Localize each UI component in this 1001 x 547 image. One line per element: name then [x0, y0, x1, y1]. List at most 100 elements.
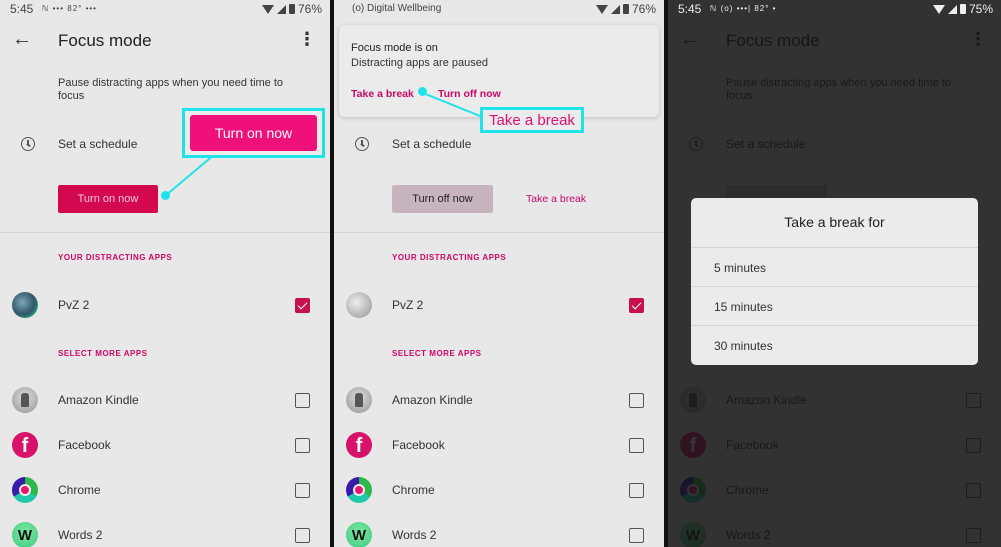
chrome-app-icon — [12, 477, 38, 503]
words2-app-icon: W — [12, 522, 38, 547]
break-option-5-minutes[interactable]: 5 minutes — [691, 247, 978, 286]
screen-focus-mode-on: (o) Digital Wellbeing 76% Focus mode is … — [334, 0, 664, 547]
focus-description: Pause distracting apps when you need tim… — [58, 77, 284, 102]
status-time: 5:45 — [10, 2, 34, 16]
app-checkbox[interactable] — [295, 438, 310, 453]
screen-focus-mode-off: 5:45 ℕ ••• 82° ••• 76% ← Focus mode ⋮ Pa… — [0, 0, 330, 547]
battery-icon — [959, 4, 966, 14]
back-arrow-icon[interactable]: ← — [12, 28, 32, 51]
app-checkbox[interactable] — [629, 438, 644, 453]
battery-percent: 76% — [631, 2, 656, 16]
app-row-facebook[interactable]: f Facebook — [334, 430, 664, 460]
battery-percent: 75% — [968, 2, 993, 16]
app-name: Chrome — [58, 483, 101, 497]
app-checkbox[interactable] — [629, 393, 644, 408]
status-notification-icons: ℕ (o) •••| 82° • — [710, 4, 777, 13]
section-your-distracting-apps: YOUR DISTRACTING APPS — [392, 253, 507, 262]
app-row-words2[interactable]: W Words 2 — [0, 520, 330, 547]
take-a-break-dialog: Take a break for 5 minutes 15 minutes 30… — [691, 198, 978, 365]
signal-icon — [610, 4, 620, 14]
battery-icon — [622, 4, 629, 14]
status-app-name: (o) Digital Wellbeing — [352, 3, 442, 14]
app-row-kindle[interactable]: Amazon Kindle — [334, 385, 664, 415]
app-checkbox[interactable] — [295, 393, 310, 408]
break-option-30-minutes[interactable]: 30 minutes — [691, 325, 978, 364]
callout-dot — [161, 191, 170, 200]
app-row-kindle[interactable]: Amazon Kindle — [0, 385, 330, 415]
app-row-pvz2[interactable]: PvZ 2 — [334, 290, 664, 320]
section-your-distracting-apps: YOUR DISTRACTING APPS — [58, 253, 173, 262]
more-options-icon[interactable]: ⋮ — [298, 30, 316, 48]
kindle-app-icon — [346, 387, 372, 413]
notification-turn-off-now-action[interactable]: Turn off now — [438, 88, 501, 100]
wifi-icon — [595, 4, 608, 14]
screen-take-a-break-dialog: 5:45 ℕ (o) •••| 82° • 75% ← Focus mode ⋮… — [668, 0, 1001, 547]
set-schedule-row[interactable]: Set a schedule — [334, 135, 664, 155]
battery-percent: 76% — [297, 2, 322, 16]
option-label: 15 minutes — [714, 300, 773, 314]
status-bar: (o) Digital Wellbeing 76% — [334, 0, 664, 18]
chrome-app-icon — [346, 477, 372, 503]
app-name: Chrome — [392, 483, 435, 497]
callout-connector — [164, 155, 214, 197]
status-right: 76% — [595, 2, 656, 16]
divider — [0, 232, 330, 233]
kindle-app-icon — [12, 387, 38, 413]
app-checkbox[interactable] — [629, 528, 644, 543]
break-option-15-minutes[interactable]: 15 minutes — [691, 286, 978, 325]
status-notification-icons: ℕ ••• 82° ••• — [42, 4, 97, 13]
app-name: Words 2 — [58, 528, 103, 542]
schedule-label: Set a schedule — [392, 137, 472, 151]
notification-title: Focus mode is on — [351, 42, 438, 54]
wifi-icon — [261, 4, 274, 14]
app-row-pvz2[interactable]: PvZ 2 — [0, 290, 330, 320]
app-checkbox-checked[interactable] — [629, 298, 644, 313]
app-name: Facebook — [58, 438, 111, 452]
status-bar: 5:45 ℕ (o) •••| 82° • 75% — [668, 0, 1001, 18]
pvz2-app-icon-paused — [346, 292, 372, 318]
app-row-facebook[interactable]: f Facebook — [0, 430, 330, 460]
callout-turn-on-now-button: Turn on now — [190, 115, 317, 151]
app-checkbox-checked[interactable] — [295, 298, 310, 313]
app-row-words2[interactable]: W Words 2 — [334, 520, 664, 547]
focus-mode-notification[interactable]: Focus mode is on Distracting apps are pa… — [339, 25, 659, 117]
take-a-break-link[interactable]: Take a break — [526, 193, 586, 205]
app-name: Facebook — [392, 438, 445, 452]
option-label: 30 minutes — [714, 339, 773, 353]
app-row-chrome[interactable]: Chrome — [334, 475, 664, 505]
app-bar: ← Focus mode ⋮ — [0, 24, 330, 56]
facebook-app-icon: f — [346, 432, 372, 458]
turn-off-now-button[interactable]: Turn off now — [392, 185, 493, 213]
app-checkbox[interactable] — [295, 483, 310, 498]
app-name: Words 2 — [392, 528, 437, 542]
section-select-more-apps: SELECT MORE APPS — [392, 349, 482, 358]
callout-take-a-break-label: Take a break — [480, 107, 584, 133]
wifi-icon — [932, 4, 945, 14]
divider — [334, 232, 664, 233]
dialog-title: Take a break for — [784, 214, 885, 230]
section-select-more-apps: SELECT MORE APPS — [58, 349, 148, 358]
app-name: Amazon Kindle — [58, 393, 139, 407]
signal-icon — [947, 4, 957, 14]
status-time: 5:45 — [678, 2, 702, 16]
app-row-chrome[interactable]: Chrome — [0, 475, 330, 505]
clock-icon — [21, 137, 35, 151]
schedule-label: Set a schedule — [58, 137, 138, 151]
app-checkbox[interactable] — [629, 483, 644, 498]
pvz2-app-icon — [12, 292, 38, 318]
turn-on-now-button[interactable]: Turn on now — [58, 185, 158, 213]
clock-icon — [355, 137, 369, 151]
app-name: PvZ 2 — [58, 298, 90, 312]
facebook-app-icon: f — [12, 432, 38, 458]
app-name: PvZ 2 — [392, 298, 424, 312]
app-checkbox[interactable] — [295, 528, 310, 543]
app-name: Amazon Kindle — [392, 393, 473, 407]
notification-take-a-break-action[interactable]: Take a break — [351, 88, 414, 100]
words2-app-icon: W — [346, 522, 372, 547]
page-title: Focus mode — [58, 31, 152, 50]
option-label: 5 minutes — [714, 261, 767, 275]
battery-icon — [288, 4, 295, 14]
signal-icon — [276, 4, 286, 14]
status-right: 75% — [932, 2, 993, 16]
status-bar: 5:45 ℕ ••• 82° ••• 76% — [0, 0, 330, 18]
